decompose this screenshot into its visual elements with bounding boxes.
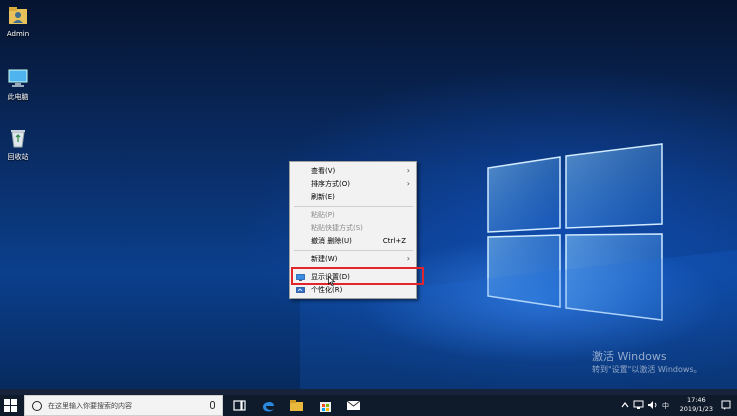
search-placeholder: 在这里输入你要搜索的内容: [48, 402, 132, 410]
taskbar-search-box[interactable]: 在这里输入你要搜索的内容: [24, 395, 223, 416]
desktop-icon-label: Admin: [6, 30, 30, 38]
taskbar-clock[interactable]: 17:46 2019/1/23: [680, 396, 713, 414]
chevron-right-icon: ›: [406, 254, 410, 263]
mouse-cursor-icon: [328, 276, 336, 286]
desktop-icon-label: 回收站: [7, 153, 29, 161]
menu-separator: [294, 206, 413, 207]
menu-item-label: 粘贴快捷方式(S): [311, 224, 363, 232]
task-view-icon[interactable]: [232, 398, 247, 413]
highlight-box: [291, 267, 424, 285]
logo-pane-top-left: [487, 156, 561, 233]
activation-watermark-subtitle: 转到"设置"以激活 Windows。: [592, 365, 702, 374]
menu-item-personalize[interactable]: 个性化(R): [290, 284, 416, 297]
menu-separator: [294, 250, 413, 251]
menu-item-view[interactable]: 查看(V) ›: [290, 165, 416, 178]
chevron-right-icon: ›: [406, 166, 410, 175]
menu-item-shortcut: Ctrl+Z: [382, 237, 406, 245]
network-icon[interactable]: [633, 400, 644, 410]
user-folder-icon: [9, 7, 27, 24]
menu-item-label: 排序方式(O): [311, 180, 350, 188]
menu-item-label: 粘贴(P): [311, 211, 335, 219]
menu-item-paste: 粘贴(P): [290, 209, 416, 222]
menu-item-paste-shortcut: 粘贴快捷方式(S): [290, 222, 416, 235]
desktop-icon-recycle-bin[interactable]: 回收站: [0, 126, 38, 162]
ime-indicator[interactable]: 中: [662, 401, 669, 411]
menu-item-label: 个性化(R): [311, 286, 343, 294]
menu-item-label: 新建(W): [311, 255, 338, 263]
mail-icon[interactable]: [346, 398, 361, 413]
personalize-icon: [296, 287, 305, 293]
menu-item-label: 查看(V): [311, 167, 336, 175]
desktop-icon-this-pc[interactable]: 此电脑: [0, 66, 38, 102]
desktop-icon-label: 此电脑: [7, 93, 29, 101]
store-icon[interactable]: [318, 398, 333, 413]
menu-item-label: 撤消 删除(U): [311, 237, 352, 245]
computer-icon: [8, 69, 28, 87]
menu-item-undo-delete[interactable]: 撤消 删除(U) Ctrl+Z: [290, 235, 416, 248]
tray-overflow-chevron-icon[interactable]: [620, 400, 630, 410]
menu-item-new[interactable]: 新建(W) ›: [290, 253, 416, 266]
action-center-icon[interactable]: [721, 400, 731, 410]
menu-item-sort[interactable]: 排序方式(O) ›: [290, 178, 416, 191]
windows-start-icon[interactable]: [4, 399, 17, 412]
cortana-circle-icon: [32, 401, 42, 411]
microphone-icon[interactable]: [210, 401, 215, 409]
file-explorer-icon[interactable]: [289, 398, 304, 413]
menu-item-refresh[interactable]: 刷新(E): [290, 191, 416, 204]
logo-pane-top-right: [565, 143, 663, 229]
menu-item-label: 刷新(E): [311, 193, 335, 201]
desktop-icon-admin[interactable]: Admin: [0, 4, 38, 38]
edge-icon[interactable]: [261, 398, 276, 413]
activation-watermark-title: 激活 Windows: [592, 350, 667, 363]
chevron-right-icon: ›: [406, 179, 410, 188]
clock-time: 17:46: [686, 396, 706, 404]
volume-icon[interactable]: [647, 400, 658, 410]
recycle-bin-icon: [11, 130, 25, 148]
clock-date: 2019/1/23: [679, 405, 713, 413]
taskbar: 在这里输入你要搜索的内容 中 17:46 2019/1/23: [0, 395, 737, 416]
